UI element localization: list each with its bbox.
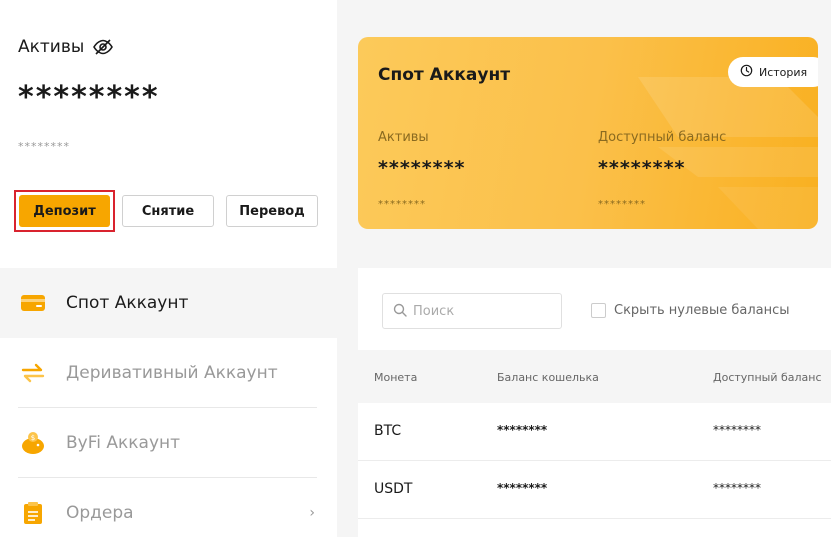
column-header-wallet-balance: Баланс кошелька — [497, 371, 599, 384]
card-available-label: Доступный баланс — [598, 130, 727, 145]
clock-icon — [740, 64, 753, 80]
nav-item-label: Спот Аккаунт — [66, 293, 189, 313]
spot-account-card: Спот Аккаунт История Активы ******** ***… — [358, 37, 818, 229]
wallet-balance: ******** — [497, 481, 548, 495]
column-header-coin: Монета — [374, 371, 418, 384]
available-balance: ******** — [713, 423, 761, 437]
swap-arrows-icon — [20, 360, 46, 386]
nav-item-orders[interactable]: Ордера › — [0, 478, 337, 537]
transfer-button[interactable]: Перевод — [226, 195, 318, 227]
left-panel: Активы ******** ******** Депозит Снятие … — [0, 0, 337, 537]
coin-name: BTC — [374, 423, 402, 439]
deposit-button[interactable]: Депозит — [19, 195, 110, 227]
eye-hidden-icon[interactable] — [92, 39, 114, 55]
clipboard-icon — [20, 500, 46, 526]
card-assets-sub: ******** — [378, 199, 426, 210]
assets-balance: ******** — [18, 80, 160, 115]
card-assets-label: Активы — [378, 130, 429, 145]
table-row[interactable]: USDT ******** ******** — [358, 461, 831, 519]
table-row[interactable]: BTC ******** ******** — [358, 403, 831, 461]
table-header: Монета Баланс кошелька Доступный баланс — [358, 350, 831, 403]
assets-summary: Активы ******** ******** Депозит Снятие … — [0, 0, 337, 268]
account-nav: Спот Аккаунт Деривативный Аккаунт $ ByFi… — [0, 268, 337, 537]
chevron-right-icon: › — [309, 505, 315, 521]
available-balance: ******** — [713, 481, 761, 495]
column-header-available-balance: Доступный баланс — [713, 371, 822, 384]
withdraw-button[interactable]: Снятие — [122, 195, 214, 227]
hide-zero-checkbox[interactable] — [591, 303, 606, 318]
search-icon — [393, 302, 407, 321]
nav-item-derivatives[interactable]: Деривативный Аккаунт — [0, 338, 337, 408]
wallet-balance: ******** — [497, 423, 548, 437]
card-available-sub: ******** — [598, 199, 646, 210]
assets-header: Активы — [18, 37, 114, 57]
svg-text:$: $ — [31, 434, 35, 442]
card-assets-value: ******** — [378, 157, 466, 179]
nav-item-byfi[interactable]: $ ByFi Аккаунт — [0, 408, 337, 478]
assets-sub-balance: ******** — [18, 140, 70, 153]
history-button[interactable]: История — [728, 57, 818, 87]
nav-item-spot[interactable]: Спот Аккаунт — [0, 268, 337, 338]
nav-item-label: ByFi Аккаунт — [66, 433, 181, 453]
coin-name: USDT — [374, 481, 413, 497]
hide-zero-label: Скрыть нулевые балансы — [614, 303, 790, 318]
deposit-highlight: Депозит — [14, 190, 115, 232]
search-box[interactable] — [382, 293, 562, 329]
card-title: Спот Аккаунт — [378, 65, 511, 85]
card-icon — [20, 290, 46, 316]
assets-title: Активы — [18, 37, 85, 57]
hide-zero-filter[interactable]: Скрыть нулевые балансы — [591, 303, 790, 318]
search-input[interactable] — [413, 303, 543, 319]
nav-item-label: Деривативный Аккаунт — [66, 363, 278, 383]
piggy-bank-icon: $ — [20, 430, 46, 456]
nav-item-label: Ордера — [66, 503, 134, 523]
balances-section: Скрыть нулевые балансы Монета Баланс кош… — [358, 268, 831, 537]
card-available-value: ******** — [598, 157, 686, 179]
history-label: История — [759, 65, 808, 79]
